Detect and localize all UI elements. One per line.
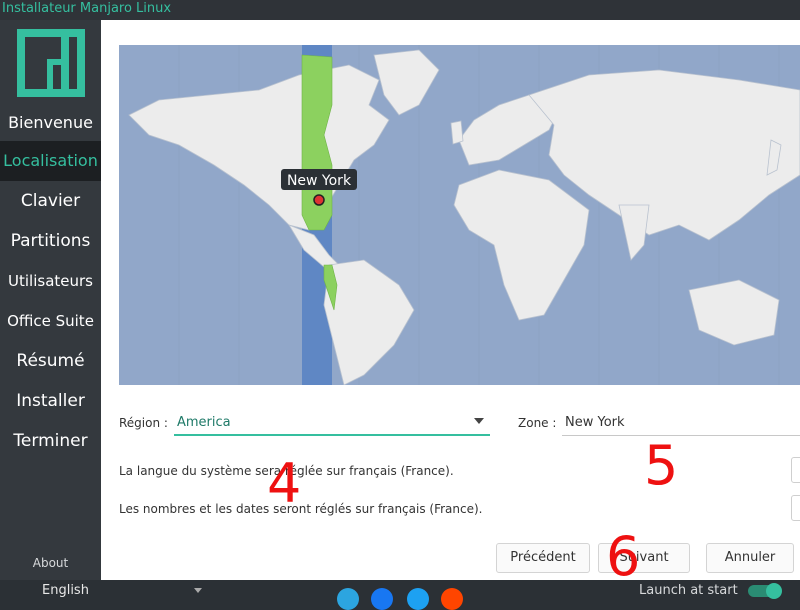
chevron-down-icon: [474, 418, 484, 424]
sidebar-item-partitions[interactable]: Partitions: [0, 221, 101, 261]
reddit-icon[interactable]: [441, 588, 463, 610]
manjaro-logo: [17, 29, 85, 97]
twitter-icon[interactable]: [407, 588, 429, 610]
timezone-map[interactable]: New York: [119, 45, 800, 385]
sidebar: Bienvenue Localisation Clavier Partition…: [0, 20, 101, 580]
location-marker-dot[interactable]: [313, 194, 325, 206]
region-label: Région :: [119, 416, 168, 430]
sidebar-item-terminer[interactable]: Terminer: [0, 421, 101, 461]
cancel-button[interactable]: Annuler: [706, 543, 794, 573]
sidebar-item-localisation[interactable]: Localisation: [0, 141, 101, 181]
sidebar-item-office-suite[interactable]: Office Suite: [0, 301, 101, 341]
change-numbers-button[interactable]: [791, 495, 800, 521]
world-map: New York: [128, 45, 800, 385]
annotation-number: 6: [606, 525, 641, 588]
sidebar-item-bienvenue[interactable]: Bienvenue: [0, 103, 101, 143]
sidebar-item-clavier[interactable]: Clavier: [0, 181, 101, 221]
annotation-number: 5: [644, 434, 679, 497]
zone-label: Zone :: [518, 416, 557, 430]
window-title: Installateur Manjaro Linux: [0, 0, 800, 20]
launch-at-start-toggle[interactable]: [748, 583, 782, 599]
zone-select[interactable]: New York: [562, 412, 800, 436]
chevron-down-icon[interactable]: [194, 588, 202, 593]
main-panel: New York Région : America Zone : New Yor…: [101, 20, 800, 584]
zone-value: New York: [565, 415, 625, 430]
bottom-bar: English Launch at start: [0, 580, 800, 610]
telegram-icon[interactable]: [337, 588, 359, 610]
map-marker-label: New York: [287, 173, 352, 189]
facebook-icon[interactable]: [371, 588, 393, 610]
sidebar-item-utilisateurs[interactable]: Utilisateurs: [0, 261, 101, 301]
region-value: America: [177, 415, 231, 430]
change-language-button[interactable]: [791, 457, 800, 483]
sidebar-item-resume[interactable]: Résumé: [0, 341, 101, 381]
previous-button[interactable]: Précédent: [496, 543, 590, 573]
annotation-number: 4: [267, 452, 302, 515]
toggle-knob: [766, 583, 782, 599]
launch-at-start-label: Launch at start: [639, 583, 738, 598]
about-link[interactable]: About: [0, 556, 101, 570]
language-select[interactable]: English: [42, 583, 89, 598]
region-select[interactable]: America: [174, 412, 490, 436]
sidebar-item-installer[interactable]: Installer: [0, 381, 101, 421]
